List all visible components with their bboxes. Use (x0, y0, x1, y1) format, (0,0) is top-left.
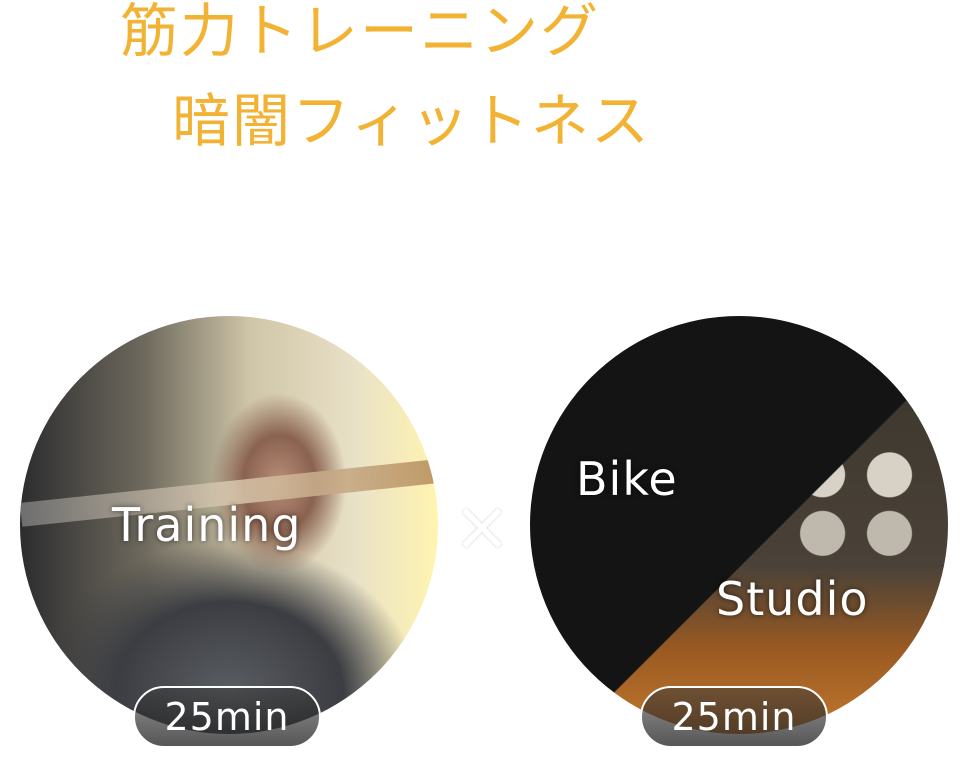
times-icon: × (452, 485, 512, 567)
headline-strength-training: 筋力トレーニング (120, 0, 601, 65)
headline-dark-fitness: 暗闇フィットネス (172, 87, 651, 155)
training-duration-badge: 25min (133, 686, 321, 748)
bike-studio-photo-circle[interactable]: Bike Studio (530, 316, 948, 734)
training-label: Training (112, 498, 302, 552)
training-photo-circle[interactable]: Training (20, 316, 438, 734)
studio-label: Studio (716, 572, 869, 626)
bike-studio-duration-badge: 25min (640, 686, 828, 748)
bike-label: Bike (576, 452, 678, 506)
diagonal-divider (530, 316, 625, 734)
